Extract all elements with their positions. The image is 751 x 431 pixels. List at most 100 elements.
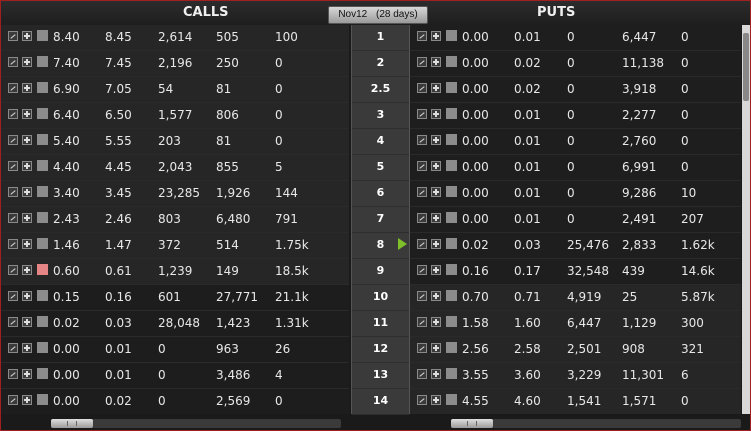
plus-icon[interactable]	[431, 239, 441, 249]
plus-icon[interactable]	[22, 161, 32, 171]
puts-row[interactable]: 2.56 2.58 2,501 908 321	[410, 337, 741, 363]
chart-icon[interactable]	[8, 265, 18, 275]
plus-icon[interactable]	[431, 187, 441, 197]
puts-row[interactable]: 0.02 0.03 25,476 2,833 1.62k	[410, 233, 741, 259]
expiration-selector-button[interactable]: Nov12 (28 days)	[328, 6, 428, 24]
chart-icon[interactable]	[417, 239, 427, 249]
plus-icon[interactable]	[22, 291, 32, 301]
plus-icon[interactable]	[22, 109, 32, 119]
calls-row[interactable]: 3.40 3.45 23,285 1,926 144	[1, 181, 349, 207]
chart-icon[interactable]	[8, 395, 18, 405]
chart-icon[interactable]	[417, 343, 427, 353]
calls-row[interactable]: 4.40 4.45 2,043 855 5	[1, 155, 349, 181]
chart-icon[interactable]	[8, 239, 18, 249]
chart-icon[interactable]	[8, 187, 18, 197]
calls-row[interactable]: 6.40 6.50 1,577 806 0	[1, 103, 349, 129]
chart-icon[interactable]	[417, 31, 427, 41]
chart-icon[interactable]	[417, 109, 427, 119]
plus-icon[interactable]	[431, 83, 441, 93]
puts-row[interactable]: 0.00 0.01 0 6,447 0	[410, 25, 741, 51]
calls-row[interactable]: 0.60 0.61 1,239 149 18.5k	[1, 259, 349, 285]
chart-icon[interactable]	[8, 31, 18, 41]
chart-icon[interactable]	[8, 57, 18, 67]
chart-icon[interactable]	[417, 291, 427, 301]
plus-icon[interactable]	[22, 239, 32, 249]
plus-icon[interactable]	[431, 213, 441, 223]
puts-ask: 2.58	[514, 342, 541, 356]
calls-row[interactable]: 0.00 0.02 0 2,569 0	[1, 389, 349, 414]
calls-row[interactable]: 0.00 0.01 0 3,486 4	[1, 363, 349, 389]
calls-row[interactable]: 6.90 7.05 54 81 0	[1, 77, 349, 103]
chart-icon[interactable]	[8, 83, 18, 93]
puts-scroll-thumb[interactable]	[451, 419, 493, 428]
chart-icon[interactable]	[417, 83, 427, 93]
puts-horizontal-scrollbar[interactable]	[451, 419, 741, 428]
chart-icon[interactable]	[417, 57, 427, 67]
puts-row[interactable]: 0.00 0.01 0 6,991 0	[410, 155, 741, 181]
plus-icon[interactable]	[431, 109, 441, 119]
chart-icon[interactable]	[417, 369, 427, 379]
calls-row[interactable]: 2.43 2.46 803 6,480 791	[1, 207, 349, 233]
puts-row[interactable]: 0.00 0.01 0 2,491 207	[410, 207, 741, 233]
chart-icon[interactable]	[8, 369, 18, 379]
chart-icon[interactable]	[8, 109, 18, 119]
calls-row[interactable]: 7.40 7.45 2,196 250 0	[1, 51, 349, 77]
puts-row[interactable]: 3.55 3.60 3,229 11,301 6	[410, 363, 741, 389]
plus-icon[interactable]	[22, 369, 32, 379]
plus-icon[interactable]	[431, 161, 441, 171]
chart-icon[interactable]	[8, 343, 18, 353]
plus-icon[interactable]	[431, 265, 441, 275]
puts-row[interactable]: 0.00 0.01 0 9,286 10	[410, 181, 741, 207]
chart-icon[interactable]	[417, 213, 427, 223]
chart-icon[interactable]	[417, 265, 427, 275]
puts-row[interactable]: 0.00 0.01 0 2,277 0	[410, 103, 741, 129]
chart-icon[interactable]	[8, 291, 18, 301]
calls-row[interactable]: 1.46 1.47 372 514 1.75k	[1, 233, 349, 259]
plus-icon[interactable]	[22, 83, 32, 93]
plus-icon[interactable]	[431, 57, 441, 67]
chart-icon[interactable]	[8, 161, 18, 171]
plus-icon[interactable]	[431, 343, 441, 353]
calls-scroll-thumb[interactable]	[51, 419, 93, 428]
plus-icon[interactable]	[431, 395, 441, 405]
plus-icon[interactable]	[22, 265, 32, 275]
calls-row[interactable]: 0.02 0.03 28,048 1,423 1.31k	[1, 311, 349, 337]
calls-volume: 1,577	[158, 108, 193, 122]
plus-icon[interactable]	[22, 31, 32, 41]
plus-icon[interactable]	[431, 317, 441, 327]
puts-row[interactable]: 0.00 0.02 0 3,918 0	[410, 77, 741, 103]
plus-icon[interactable]	[431, 31, 441, 41]
chart-icon[interactable]	[417, 317, 427, 327]
plus-icon[interactable]	[22, 57, 32, 67]
vertical-scroll-thumb[interactable]	[743, 33, 749, 101]
calls-row[interactable]: 0.00 0.01 0 963 26	[1, 337, 349, 363]
puts-row[interactable]: 0.16 0.17 32,548 439 14.6k	[410, 259, 741, 285]
calls-row[interactable]: 0.15 0.16 601 27,771 21.1k	[1, 285, 349, 311]
plus-icon[interactable]	[22, 135, 32, 145]
vertical-scrollbar[interactable]	[742, 25, 750, 414]
plus-icon[interactable]	[22, 187, 32, 197]
chart-icon[interactable]	[8, 135, 18, 145]
plus-icon[interactable]	[431, 135, 441, 145]
calls-row[interactable]: 8.40 8.45 2,614 505 100	[1, 25, 349, 51]
puts-row[interactable]: 4.55 4.60 1,541 1,571 0	[410, 389, 741, 414]
puts-row[interactable]: 0.00 0.01 0 2,760 0	[410, 129, 741, 155]
plus-icon[interactable]	[431, 291, 441, 301]
plus-icon[interactable]	[22, 317, 32, 327]
puts-open-interest: 3,918	[622, 82, 657, 96]
plus-icon[interactable]	[431, 369, 441, 379]
calls-horizontal-scrollbar[interactable]	[51, 419, 341, 428]
chart-icon[interactable]	[417, 395, 427, 405]
calls-row[interactable]: 5.40 5.55 203 81 0	[1, 129, 349, 155]
puts-row[interactable]: 1.58 1.60 6,447 1,129 300	[410, 311, 741, 337]
puts-row[interactable]: 0.00 0.02 0 11,138 0	[410, 51, 741, 77]
chart-icon[interactable]	[8, 317, 18, 327]
chart-icon[interactable]	[417, 161, 427, 171]
chart-icon[interactable]	[417, 135, 427, 145]
plus-icon[interactable]	[22, 395, 32, 405]
puts-row[interactable]: 0.70 0.71 4,919 25 5.87k	[410, 285, 741, 311]
plus-icon[interactable]	[22, 213, 32, 223]
chart-icon[interactable]	[417, 187, 427, 197]
plus-icon[interactable]	[22, 343, 32, 353]
chart-icon[interactable]	[8, 213, 18, 223]
